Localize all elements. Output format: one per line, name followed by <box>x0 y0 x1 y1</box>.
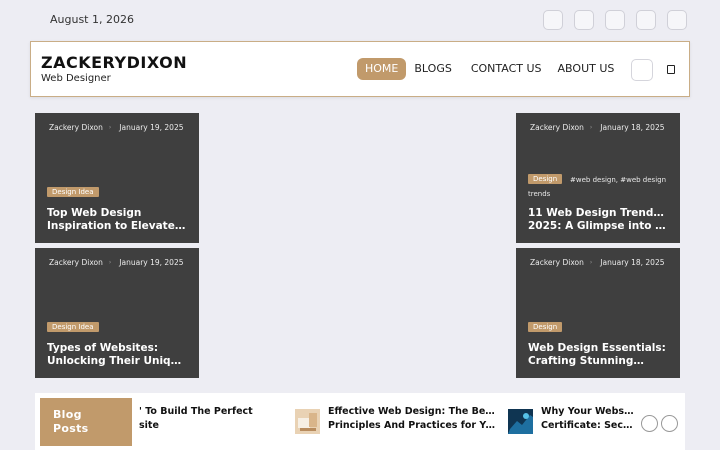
post-meta: Zackery Dixon › January 19, 2025 <box>47 123 184 132</box>
post-card[interactable]: Zackery Dixon › January 19, 2025 Design … <box>35 248 199 378</box>
category-badge[interactable]: Design <box>528 174 563 184</box>
separator-icon: › <box>589 259 593 266</box>
ticker-next-button[interactable] <box>661 415 678 432</box>
ticker-post-title[interactable]: ' To Build The Perfect site <box>139 405 253 433</box>
post-date: January 19, 2025 <box>119 123 184 132</box>
search-icon[interactable] <box>665 63 677 75</box>
ticker-controls <box>641 415 678 432</box>
site-title[interactable]: ZACKERYDIXON <box>41 53 187 72</box>
social-links <box>543 10 687 30</box>
ticker-prev-button[interactable] <box>641 415 658 432</box>
post-title-line: Types of Websites: <box>47 342 159 354</box>
ticker-post-title-line: site <box>139 420 159 431</box>
nav-about-label: ABOUT US <box>557 62 615 75</box>
nav-home-label: HOME <box>365 62 399 75</box>
blog-posts-ticker: ' To Build The Perfect site Effective We… <box>35 393 685 450</box>
nav-contact-us[interactable]: CONTACT US <box>463 58 550 80</box>
current-date-text: August 1, 2026 <box>50 13 134 26</box>
facebook-icon[interactable] <box>543 10 563 30</box>
post-author[interactable]: Zackery Dixon <box>49 258 103 267</box>
ticker-post-title[interactable]: Why Your Website Certificate: Securi <box>541 405 636 433</box>
post-date: January 18, 2025 <box>600 123 665 132</box>
blog-posts-label: Blog Posts <box>40 398 132 446</box>
linkedin-icon[interactable] <box>636 10 656 30</box>
post-title-line: Crafting Stunning… <box>528 355 644 367</box>
post-title-line: Top Web Design <box>47 207 142 219</box>
ticker-post-title-line: ' To Build The Perfect <box>139 406 253 417</box>
twitter-icon[interactable] <box>574 10 594 30</box>
nav-blogs[interactable]: BLOGS <box>406 58 462 80</box>
post-title-line: Unlocking Their Uniqu… <box>47 355 187 367</box>
site-tagline: Web Designer <box>41 73 111 84</box>
blog-posts-label-line: Posts <box>53 422 89 435</box>
site-header: ZACKERYDIXON Web Designer HOME BLOGS CON… <box>30 41 690 97</box>
post-title-line: 2025: A Glimpse into th… <box>528 220 668 232</box>
ticker-post-title-line: Effective Web Design: The Best <box>328 406 495 417</box>
ticker-post-title[interactable]: Effective Web Design: The Best Principle… <box>328 405 495 433</box>
post-tags-text[interactable]: trends <box>528 190 550 198</box>
category-badge[interactable]: Design Idea <box>47 187 99 197</box>
ticker-post-title-line: Certificate: Securi <box>541 420 636 431</box>
blog-posts-label-line: Blog <box>53 408 82 421</box>
post-card[interactable]: Zackery Dixon › January 19, 2025 Design … <box>35 113 199 243</box>
post-card[interactable]: Zackery Dixon › January 18, 2025 Design … <box>516 113 680 243</box>
post-thumbnail[interactable] <box>508 409 533 434</box>
post-card[interactable]: Zackery Dixon › January 18, 2025 Design … <box>516 248 680 378</box>
post-title-line: 11 Web Design Trends in <box>528 207 668 219</box>
youtube-icon[interactable] <box>667 10 687 30</box>
ticker-post-title-line: Principles And Practices for Yo… <box>328 420 495 431</box>
ticker-post[interactable]: Why Your Website Certificate: Securi <box>508 405 636 434</box>
post-thumbnail[interactable] <box>295 409 320 434</box>
nav-home[interactable]: HOME <box>357 58 407 80</box>
nav-blogs-label: BLOGS <box>414 62 452 75</box>
instagram-icon[interactable] <box>605 10 625 30</box>
post-tags: #web design, #web design <box>570 176 666 184</box>
post-title[interactable]: Types of Websites: Unlocking Their Uniqu… <box>47 342 187 368</box>
post-meta: Zackery Dixon › January 18, 2025 <box>528 123 665 132</box>
post-author[interactable]: Zackery Dixon <box>49 123 103 132</box>
post-author[interactable]: Zackery Dixon <box>530 258 584 267</box>
ticker-post[interactable]: Effective Web Design: The Best Principle… <box>295 405 495 434</box>
separator-icon: › <box>589 124 593 131</box>
ticker-post[interactable]: ' To Build The Perfect site <box>139 405 289 433</box>
post-title-line: Inspiration to Elevate… <box>47 220 186 232</box>
separator-icon: › <box>108 259 112 266</box>
current-date: August 1, 2026 <box>36 13 134 26</box>
post-meta: Zackery Dixon › January 19, 2025 <box>47 258 184 267</box>
ticker-post-title-line: Why Your Website <box>541 406 636 417</box>
theme-toggle-button[interactable] <box>631 59 653 81</box>
main-nav: HOME BLOGS CONTACT US ABOUT US <box>357 58 625 80</box>
post-title[interactable]: Top Web Design Inspiration to Elevate… <box>47 207 187 233</box>
post-title[interactable]: 11 Web Design Trends in 2025: A Glimpse … <box>528 207 668 233</box>
post-date: January 18, 2025 <box>600 258 665 267</box>
post-meta: Zackery Dixon › January 18, 2025 <box>528 258 665 267</box>
post-title[interactable]: Web Design Essentials: Crafting Stunning… <box>528 342 668 368</box>
category-badge[interactable]: Design <box>528 322 563 332</box>
top-bar: August 1, 2026 <box>0 0 720 40</box>
nav-contact-label: CONTACT US <box>470 62 542 75</box>
post-title-line: Web Design Essentials: <box>528 342 666 354</box>
post-tags-text[interactable]: #web design, #web design <box>570 176 666 184</box>
post-author[interactable]: Zackery Dixon <box>530 123 584 132</box>
separator-icon: › <box>108 124 112 131</box>
category-badge[interactable]: Design Idea <box>47 322 99 332</box>
post-date: January 19, 2025 <box>119 258 184 267</box>
nav-about-us[interactable]: ABOUT US <box>550 58 626 80</box>
